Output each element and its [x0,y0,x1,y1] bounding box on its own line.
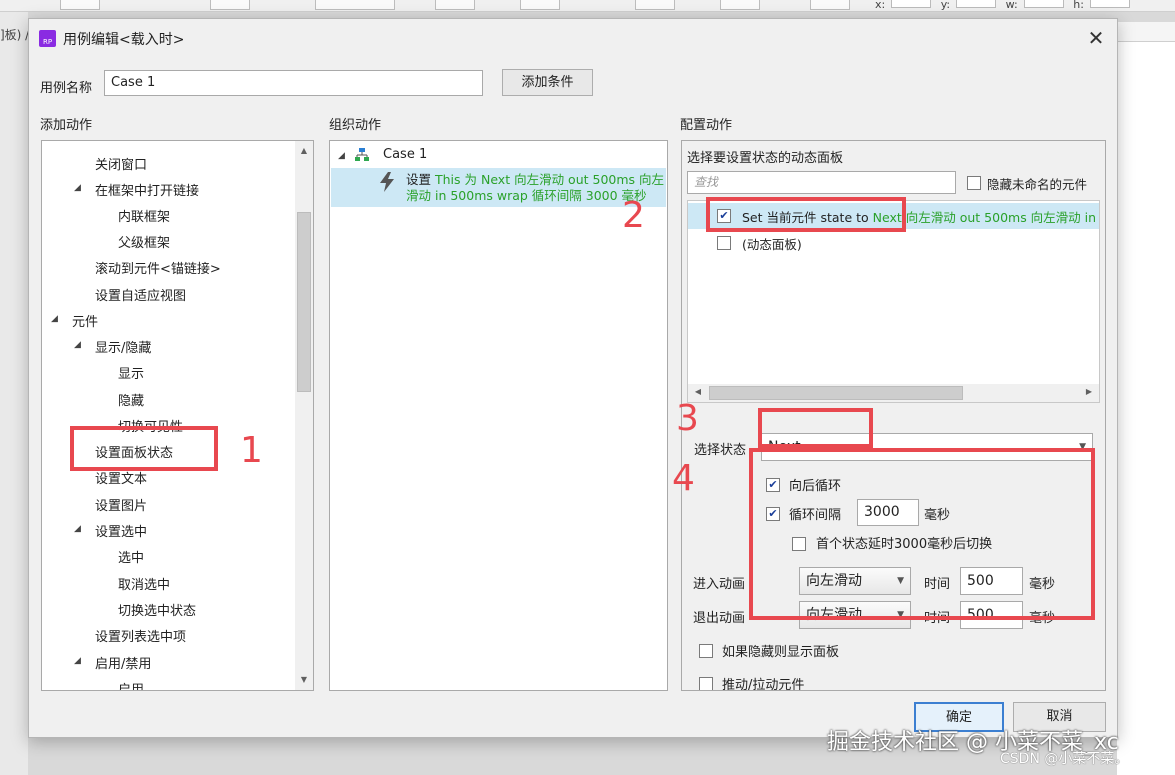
toolbar-control[interactable] [210,0,250,10]
h-field[interactable] [1089,0,1130,8]
push-pull-label: 推动/拉动元件 [722,678,805,691]
toolbar-control[interactable] [520,0,560,10]
action-line-2: 滑动 in 500ms wrap 循环间隔 3000 毫秒 [406,188,647,203]
add-condition-button[interactable]: 添加条件 [502,69,593,96]
background-canvas [1117,42,1175,775]
case-item[interactable]: Case 1 [383,147,427,162]
case-editor-dialog: RP 用例编辑<载入时> ✕ 用例名称 Case 1 添加条件 添加动作 组织动… [28,18,1118,738]
annotation-number-3: 3 [676,398,699,439]
tree-item[interactable]: 启用 [118,679,144,690]
action-text: 设置 This 为 Next 向左滑动 out 500ms 向左 [406,172,664,188]
scroll-thumb[interactable] [297,212,311,392]
case-name-input[interactable]: Case 1 [104,70,483,96]
background-ruler [1117,22,1175,42]
row-checkbox[interactable] [717,236,731,250]
tree-item[interactable]: 显示/隐藏 [95,337,151,356]
tree-item[interactable]: 父级框架 [118,232,170,251]
toolbar-control[interactable] [720,0,760,10]
row-rest: 向左滑动 out 500ms 向左滑动 in 5 [901,210,1100,225]
organize-action-title: 组织动作 [329,118,382,133]
select-state-label: 选择状态 [694,443,747,458]
tree-item[interactable]: 隐藏 [118,390,144,409]
organize-action-tree: ◢ Case 1 设置 This 为 Next 向左滑动 out 500ms 向… [329,140,668,691]
expand-triangle-icon[interactable]: ◢ [51,314,58,324]
tree-item[interactable]: 元件 [72,311,98,330]
exit-anim-label: 退出动画 [693,611,746,626]
toolbar-control[interactable] [810,0,850,10]
scroll-thumb[interactable] [709,386,963,400]
tree-item[interactable]: 设置自适应视图 [95,285,186,304]
panel-row-dynamic[interactable]: (动态面板) [688,230,1099,256]
expand-triangle-icon[interactable]: ◢ [74,340,81,350]
coords-readout: x: y: w: h: [875,0,1136,12]
tree-item[interactable]: 切换选中状态 [118,600,196,619]
annotation-number-2: 2 [622,195,645,236]
scroll-left-icon[interactable]: ◀ [692,387,704,396]
w-label: w: [1005,0,1018,11]
tree-item[interactable]: 在框架中打开链接 [95,180,199,199]
close-icon[interactable]: ✕ [1085,27,1107,49]
toolbar-control[interactable] [60,0,100,10]
background-toolbar: x: y: w: h: [0,0,1175,12]
action-line-1: This 为 Next 向左滑动 out 500ms 向左 [435,172,665,187]
y-label: y: [940,0,951,11]
add-action-tree: 关闭窗口 ◢ 在框架中打开链接 内联框架 父级框架 滚动到元件<锚链接> 设置自… [41,140,314,691]
row-text: (动态面板) [742,237,802,252]
scroll-up-icon[interactable]: ▲ [295,146,313,155]
toolbar-control[interactable] [315,0,395,10]
x-field[interactable] [891,0,932,8]
expand-triangle-icon[interactable]: ◢ [74,183,81,193]
tree-item[interactable]: 设置图片 [95,495,147,514]
select-panel-label: 选择要设置状态的动态面板 [687,151,844,166]
case-tree-icon [354,147,370,163]
action-item[interactable]: 设置 This 为 Next 向左滑动 out 500ms 向左 滑动 in 5… [331,168,666,207]
annotation-box-4 [749,448,1095,620]
h-label: h: [1073,0,1084,11]
tree-scrollbar[interactable]: ▲ ▼ [295,141,313,690]
expand-triangle-icon[interactable]: ◢ [338,151,345,161]
toolbar-control[interactable] [635,0,675,10]
list-hscrollbar[interactable]: ◀ ▶ [688,384,1099,402]
action-prefix: 设置 [406,172,432,187]
show-if-hidden-label: 如果隐藏则显示面板 [722,645,840,660]
tree-item[interactable]: 设置选中 [95,521,147,540]
w-field[interactable] [1023,0,1064,8]
scroll-down-icon[interactable]: ▼ [295,675,313,684]
tree-item[interactable]: 取消选中 [118,574,170,593]
expand-triangle-icon[interactable]: ◢ [74,656,81,666]
hide-unnamed-label: 隐藏未命名的元件 [987,177,1088,192]
tree-item[interactable]: 显示 [118,363,144,382]
lightning-icon [378,172,398,192]
tree-item[interactable]: 滚动到元件<锚链接> [95,258,221,277]
configure-action-title: 配置动作 [680,118,733,133]
scroll-right-icon[interactable]: ▶ [1083,387,1095,396]
case-name-label: 用例名称 [40,81,93,96]
annotation-box-1 [70,426,218,471]
watermark-csdn: CSDN @小菜不菜。 [1000,751,1129,767]
tree-item[interactable]: 选中 [118,547,144,566]
x-label: x: [875,0,886,11]
search-input[interactable]: 查找 [687,171,956,194]
tree-item[interactable]: 关闭窗口 [95,154,147,173]
hide-unnamed-checkbox[interactable] [967,176,981,190]
expand-triangle-icon[interactable]: ◢ [74,524,81,534]
show-if-hidden-checkbox[interactable] [699,644,713,658]
annotation-box-2 [706,197,906,232]
app-icon: RP [39,30,56,47]
y-field[interactable] [956,0,997,8]
tree-item[interactable]: 内联框架 [118,206,170,225]
tree-item[interactable]: 设置列表选中项 [95,626,186,645]
toolbar-control[interactable] [435,0,475,10]
annotation-box-3 [758,408,873,448]
add-action-title: 添加动作 [40,118,93,133]
annotation-number-4: 4 [672,458,695,499]
annotation-number-1: 1 [240,430,263,471]
background-left-panel [0,12,28,775]
push-pull-checkbox[interactable] [699,677,713,690]
dialog-title: 用例编辑<载入时> [63,32,185,48]
tree-item[interactable]: 启用/禁用 [95,653,151,672]
enter-anim-label: 进入动画 [693,577,746,592]
background-breadcrumb: ]板) / [0,28,30,42]
dialog-titlebar: RP 用例编辑<载入时> ✕ [29,19,1117,57]
